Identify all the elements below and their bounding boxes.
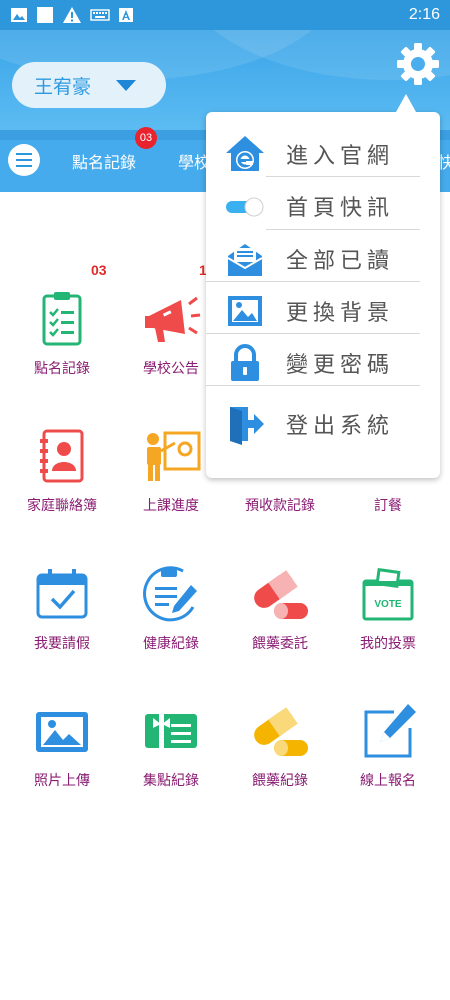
tab-attendance[interactable]: 點名記錄	[72, 149, 136, 173]
grid-item-online-signup[interactable]: 線上報名	[334, 700, 442, 820]
dropdown-item-label: 變更密碼	[286, 353, 395, 378]
lock-icon	[231, 344, 259, 381]
grid-item-label: 線上報名	[360, 773, 416, 789]
grid-item-vote[interactable]: VOTE 我的投票	[334, 563, 442, 683]
grid-item-label: 餵藥紀錄	[252, 773, 308, 789]
vote-text: VOTE	[374, 599, 402, 610]
dropdown-item-label: 更換背景	[286, 301, 395, 326]
grid-item-label: 集點紀錄	[143, 773, 199, 789]
clipboard-check-icon	[42, 292, 82, 346]
dropdown-item-logout[interactable]: 登出系統	[206, 398, 440, 450]
dropdown-item-website[interactable]: 進入官網	[206, 128, 440, 180]
status-icons	[10, 6, 134, 24]
keyboard-icon	[90, 9, 110, 21]
a-icon	[119, 8, 133, 22]
app-screen: 2:16 王宥豪 點名記錄 03 學校 快 03 點名記錄 1 學校公告 家庭聯…	[0, 0, 450, 1000]
calendar-check-icon	[36, 569, 88, 619]
grid-item-points-record[interactable]: 集點紀錄	[117, 700, 225, 820]
dropdown-item-change-background[interactable]: 更換背景	[206, 285, 440, 337]
mail-icon	[227, 244, 263, 276]
grid-item-health-record[interactable]: 健康紀錄	[117, 563, 225, 683]
dropdown-item-label: 首頁快訊	[286, 196, 395, 221]
dropdown-item-change-password[interactable]: 變更密碼	[206, 337, 440, 389]
warning-icon	[63, 7, 81, 23]
dropdown-item-label: 進入官網	[286, 144, 395, 169]
gear-icon[interactable]	[396, 42, 440, 86]
chevron-down-icon	[116, 80, 136, 91]
image-icon	[11, 8, 27, 22]
clock: 2:16	[408, 6, 440, 23]
pill-yellow-icon	[254, 707, 308, 756]
grid-item-medicine-record[interactable]: 餵藥紀錄	[226, 700, 334, 820]
ballot-box-icon: VOTE	[362, 567, 414, 621]
contact-book-icon	[40, 429, 84, 483]
edit-form-icon	[364, 704, 416, 758]
toggle-icon[interactable]	[224, 185, 266, 227]
grid-item-attendance[interactable]: 點名記錄	[8, 288, 116, 408]
megaphone-icon	[145, 296, 201, 342]
photo-icon	[36, 712, 88, 752]
grid-item-label: 上課進度	[143, 498, 199, 514]
grid-item-label: 家庭聯絡簿	[27, 498, 97, 514]
grid-item-label: 餵藥委託	[252, 636, 308, 652]
dropdown-item-label: 全部已讀	[286, 249, 395, 274]
grid-item-photo-upload[interactable]: 照片上傳	[8, 700, 116, 820]
grid-item-label: 預收款記錄	[245, 498, 315, 514]
grid-item-label: 健康紀錄	[143, 636, 199, 652]
grid-item-label: 訂餐	[374, 498, 402, 514]
count-badge: 03	[91, 262, 107, 278]
grid-item-contact-book[interactable]: 家庭聯絡簿	[8, 425, 116, 545]
dropdown-item-label: 登出系統	[286, 414, 395, 439]
gift-card-icon	[145, 714, 197, 748]
health-record-icon	[143, 566, 197, 622]
grid-item-label: 我的投票	[360, 636, 416, 652]
status-bar: 2:16	[0, 0, 450, 30]
dropdown-item-mark-all-read[interactable]: 全部已讀	[206, 233, 440, 285]
hamburger-menu-button[interactable]	[8, 144, 40, 176]
grid-item-leave-request[interactable]: 我要請假	[8, 563, 116, 683]
user-selector[interactable]: 王宥豪	[12, 62, 166, 108]
tab-badge: 03	[135, 127, 157, 149]
logout-icon	[230, 407, 264, 445]
pill-red-icon	[254, 570, 308, 619]
teacher-board-icon	[147, 431, 201, 481]
ie-home-icon	[226, 136, 264, 171]
grid-item-label: 點名記錄	[34, 361, 90, 377]
settings-dropdown: 進入官網 首頁快訊 全部已讀 更換背景 變更密碼 登出系統	[206, 94, 440, 478]
grid-item-medicine-request[interactable]: 餵藥委託	[226, 563, 334, 683]
dropdown-item-news-toggle[interactable]: 首頁快訊	[206, 180, 440, 232]
grid-item-label: 照片上傳	[34, 773, 90, 789]
grid-item-label: 我要請假	[34, 636, 90, 652]
square-icon	[37, 7, 53, 23]
image-icon	[228, 296, 262, 326]
user-name: 王宥豪	[34, 75, 92, 98]
